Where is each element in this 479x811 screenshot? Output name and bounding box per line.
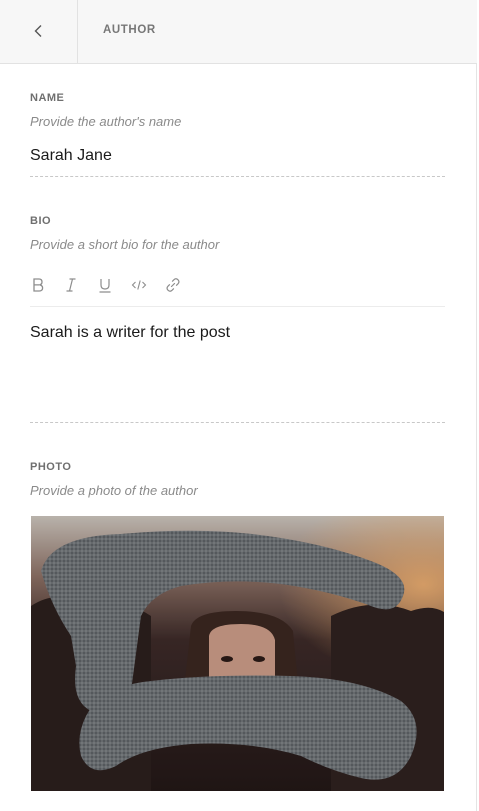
author-photo[interactable]: [31, 516, 444, 791]
photo-field-label: PHOTO: [30, 461, 72, 473]
bio-field-label: BIO: [30, 215, 52, 227]
panel-header: AUTHOR: [0, 0, 477, 64]
bio-field-underline: [30, 422, 445, 423]
author-photo-image: [31, 516, 444, 791]
name-field-label: NAME: [30, 92, 65, 104]
name-field-hint: Provide the author's name: [30, 114, 182, 129]
link-icon[interactable]: [163, 274, 183, 296]
chevron-left-icon: [34, 25, 42, 37]
bold-icon[interactable]: [28, 274, 48, 296]
bio-formatting-toolbar: [28, 274, 445, 298]
page-title: AUTHOR: [103, 24, 156, 36]
italic-icon[interactable]: [61, 274, 81, 296]
author-editor-panel: AUTHOR NAME Provide the author's name Sa…: [0, 0, 477, 811]
name-input[interactable]: Sarah Jane: [30, 147, 112, 165]
bio-field-hint: Provide a short bio for the author: [30, 237, 220, 252]
code-icon[interactable]: [129, 274, 149, 296]
photo-field-hint: Provide a photo of the author: [30, 483, 198, 498]
bio-textarea[interactable]: Sarah is a writer for the post: [30, 324, 445, 404]
back-button[interactable]: [0, 0, 78, 63]
underline-icon[interactable]: [95, 274, 115, 296]
toolbar-divider: [30, 306, 445, 307]
name-field-underline: [30, 176, 445, 177]
